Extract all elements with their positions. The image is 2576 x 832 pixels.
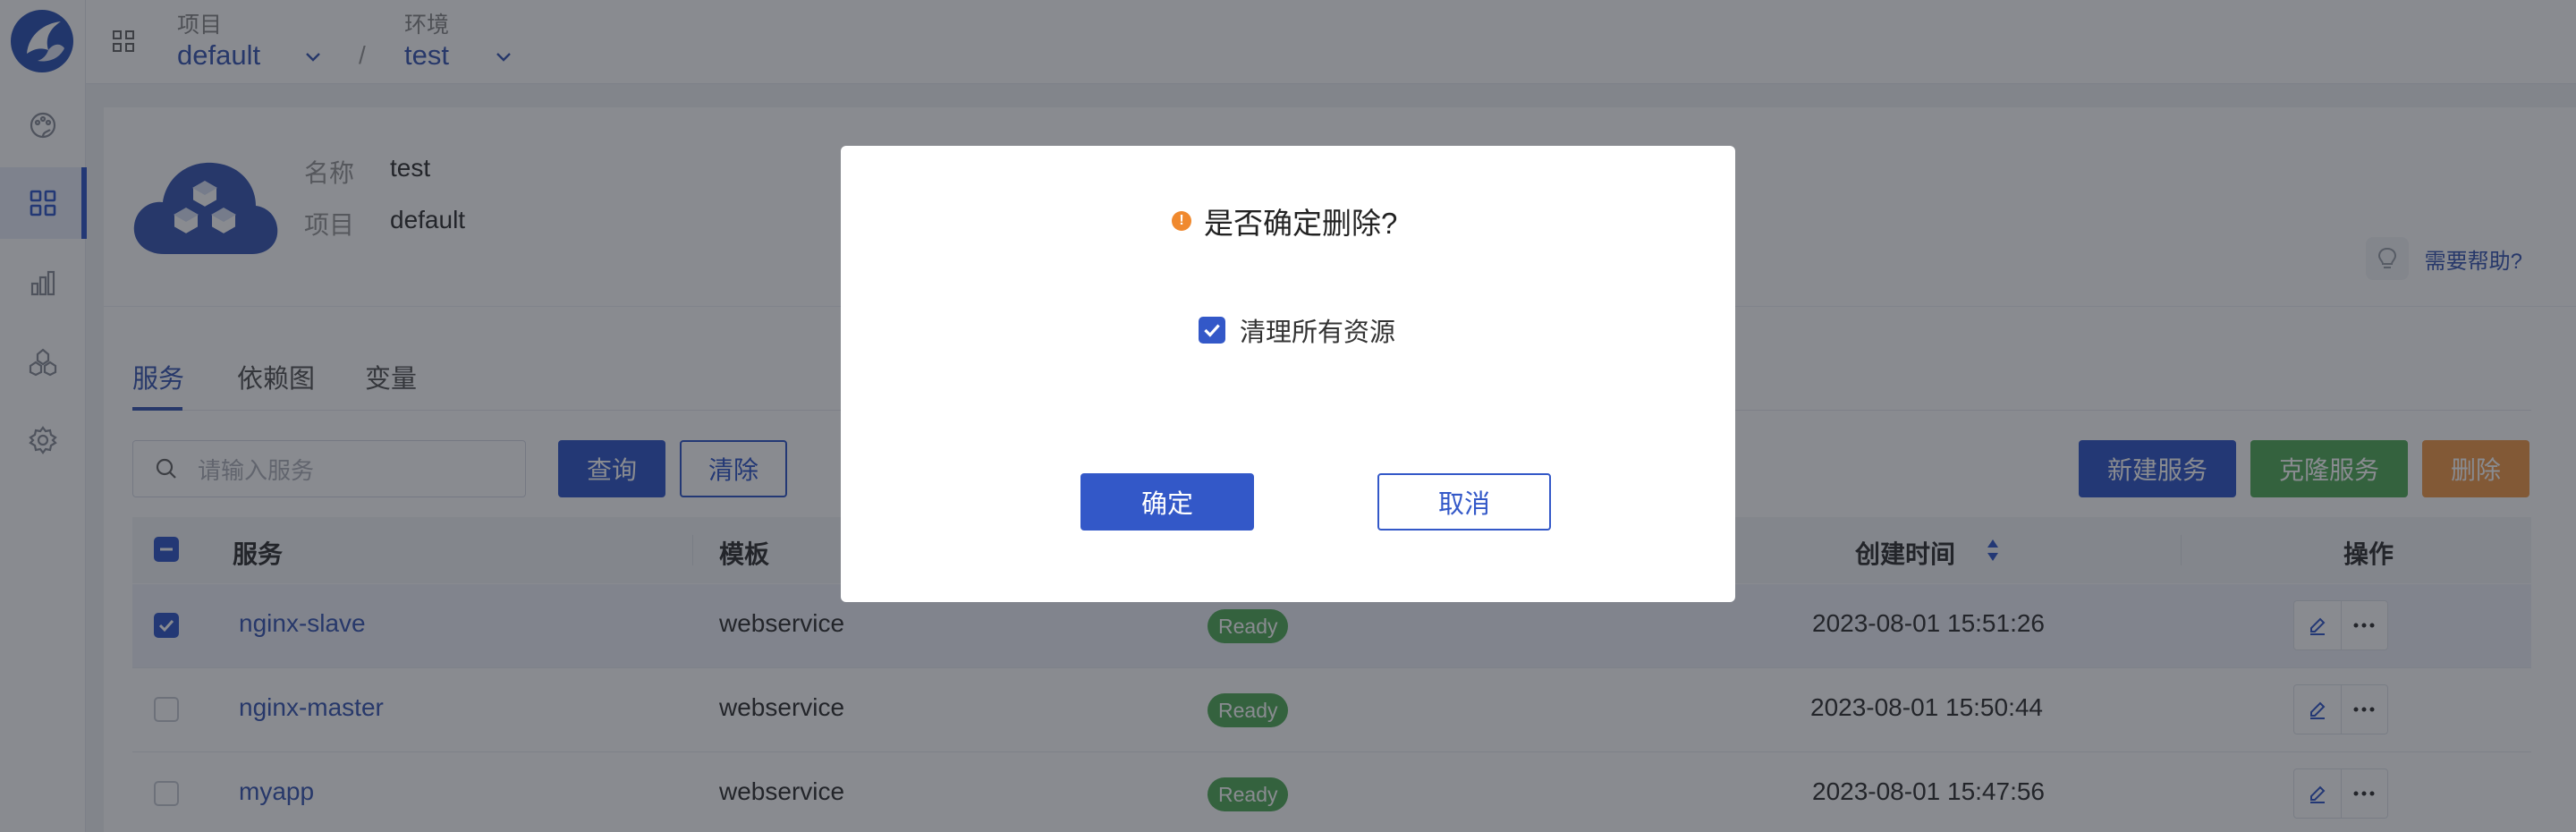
dialog-title-text: 是否确定删除? [1204, 207, 1398, 240]
dialog-title: ! 是否确定删除? [1172, 200, 1397, 242]
cleanup-resources-option[interactable]: 清理所有资源 [1199, 311, 1395, 349]
delete-confirm-dialog: ! 是否确定删除? 清理所有资源 确定 取消 [841, 146, 1735, 602]
warning-icon: ! [1172, 211, 1191, 231]
cleanup-resources-label: 清理所有资源 [1240, 318, 1396, 347]
cancel-button[interactable]: 取消 [1377, 473, 1551, 531]
confirm-button[interactable]: 确定 [1080, 473, 1254, 531]
cleanup-resources-checkbox[interactable] [1199, 317, 1225, 344]
